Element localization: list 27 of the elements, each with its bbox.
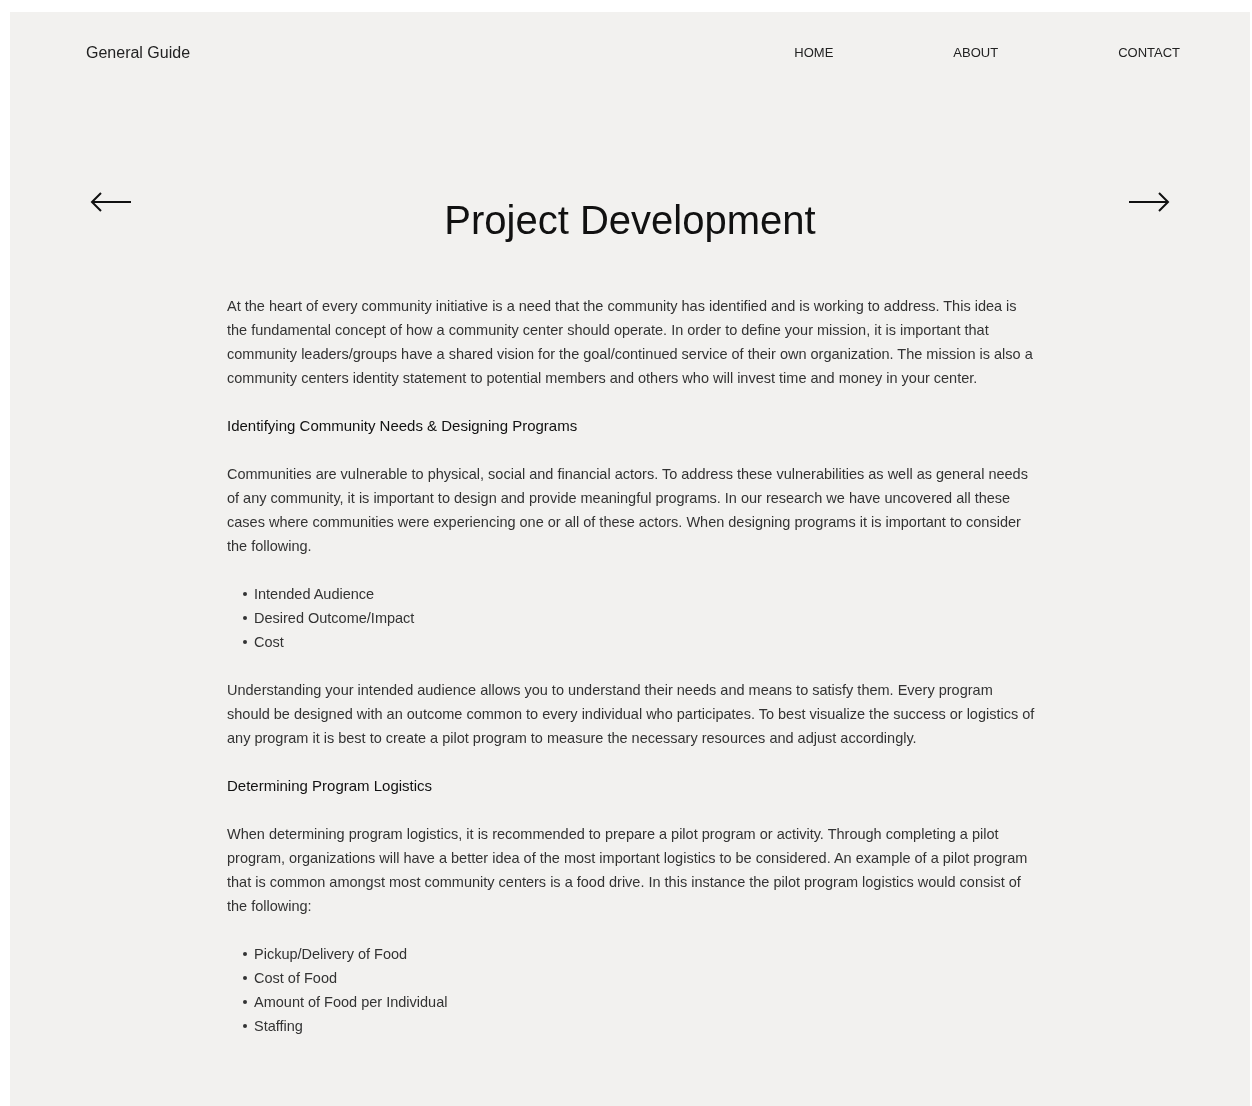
arrow-right-icon[interactable] (1128, 192, 1170, 212)
nav-link[interactable]: CONTACT (1118, 43, 1180, 63)
list-item: Pickup/Delivery of Food (254, 945, 408, 964)
bullet-icon (243, 592, 247, 596)
nav-link[interactable]: ABOUT (953, 43, 999, 63)
list-item: Amount of Food per Individual (254, 993, 448, 1012)
bullet-icon (243, 640, 247, 644)
section-heading: Identifying Community Needs & Designing Programs (227, 416, 579, 436)
bullet-icon (243, 976, 247, 980)
bullet-icon (243, 1000, 247, 1004)
bullet-icon (243, 1024, 247, 1028)
list-item: Cost of Food (254, 969, 337, 988)
page-title: Project Development (443, 197, 817, 244)
body-paragraph: Understanding your intended audience allows you to understand their needs and means to satisfy them. Every program should be designed with an outcome common to every individual who participates. To best visualize the success or logistics of any program it is best to create a pilot program to measure the necessary resources and adjust accordingly. (227, 681, 1035, 748)
section-heading: Determining Program Logistics (227, 776, 434, 796)
body-paragraph: When determining program logistics, it is recommended to prepare a pilot program or activity. Through completing a pilot program, organizations will have a better idea of the most important logistics to be considered. An example of a pilot program that is common amongst most community centers is a food drive. In this instance the pilot program logistics would consist of the following: (227, 825, 1029, 916)
list-item: Intended Audience (254, 585, 375, 604)
nav-link[interactable]: HOME (794, 43, 834, 63)
body-paragraph: Communities are vulnerable to physical, social and financial actors. To address these vulnerabilities as well as general needs of any community, it is important to design and provide meaningful programs. In our research we have uncovered all these cases where communities were experiencing one or all of these actors. When designing programs it is important to consider the following. (227, 465, 1029, 556)
arrow-left-icon[interactable] (90, 192, 132, 212)
list-item: Cost (254, 633, 284, 652)
body-paragraph: At the heart of every community initiative is a need that the community has identified and is working to address. This idea is the fundamental concept of how a community center should operate. In order to define your mission, it is important that community leaders/groups have a shared vision for the goal/continued service of their own organization. The mission is also a community centers identity statement to potential members and others who will invest time and money in your center. (227, 297, 1034, 388)
bullet-icon (243, 952, 247, 956)
list-item: Staffing (254, 1017, 303, 1036)
bullet-icon (243, 616, 247, 620)
site-brand[interactable]: General Guide (86, 41, 191, 65)
list-item: Desired Outcome/Impact (254, 609, 415, 628)
